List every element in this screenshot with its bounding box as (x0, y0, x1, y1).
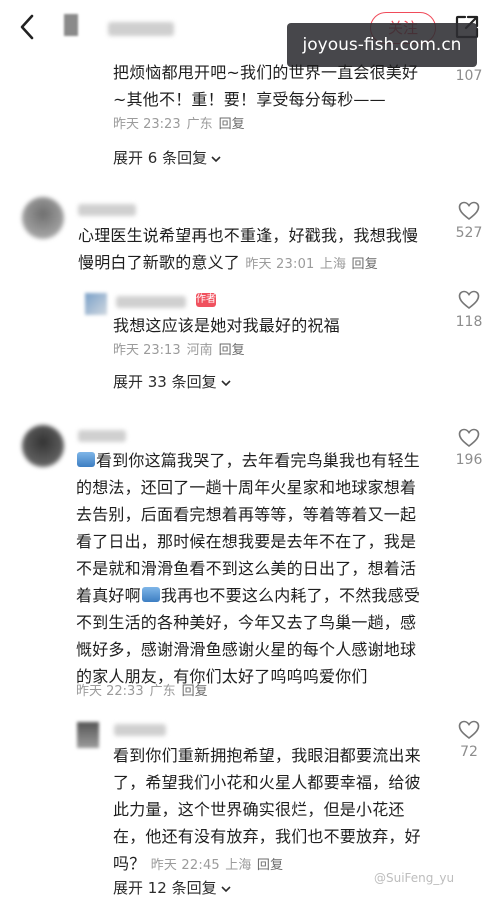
author-avatar[interactable] (64, 14, 78, 36)
expand-replies-label: 展开 12 条回复 (113, 879, 217, 897)
like-count: 196 (455, 452, 483, 468)
comment-text-line: 我再也不要这么内耗了，不然我感受 (160, 586, 421, 605)
reply-button[interactable]: 回复 (352, 257, 378, 272)
comment-time: 昨天 23:01 (245, 257, 315, 272)
credit-watermark: @SuiFeng_yu (374, 871, 455, 885)
heart-icon (458, 720, 480, 740)
comment-text-line: 看了日出，那时候在想我要是去年不在了，我是 (76, 532, 417, 551)
like-count: 107 (455, 68, 483, 84)
comment-time: 昨天 23:23 (113, 117, 181, 132)
reply-button[interactable]: 回复 (219, 117, 245, 132)
comment-text: 心理医生说希望再也不重逢，好戳我，我想我慢 慢明白了新歌的意义了 昨天 23:0… (78, 222, 418, 278)
comment-text-line: 心理医生说希望再也不重逢，好戳我，我想我慢 (78, 226, 419, 245)
like-button[interactable]: 527 (449, 201, 489, 241)
chevron-down-icon (221, 379, 231, 386)
avatar[interactable] (85, 293, 107, 315)
expand-replies-button[interactable]: 展开 12 条回复 (113, 877, 233, 898)
comment-text-line: 不是就和滑滑鱼看不到这么美的日出了，想着活 (76, 559, 417, 578)
emoji-icon (77, 452, 95, 467)
chevron-down-icon (211, 155, 221, 162)
heart-icon (458, 201, 480, 221)
reply-text-line: 在，他还有没有放弃，我们也不要放弃，好 (113, 827, 421, 846)
comment-text-line: 慨好多，感谢滑滑鱼感谢火星的每个人感谢地球 (76, 640, 417, 659)
reply-meta: 昨天 23:13 河南 回复 (113, 341, 251, 361)
like-count: 118 (455, 314, 483, 330)
comment-time: 昨天 22:33 (76, 684, 144, 699)
comment-text-line: ~其他不！重！要！享受每分每秒—— (113, 90, 386, 109)
comment-text: 看到你这篇我哭了，去年看完鸟巢我也有轻生 的想法，还回了一趟十周年火星家和地球家… (76, 447, 420, 690)
reply-location: 河南 (186, 343, 213, 358)
expand-replies-label: 展开 33 条回复 (113, 373, 217, 391)
reply-time: 昨天 22:45 (150, 858, 220, 873)
comment-text-line: 去告别，后面看完想着再等等，等着等着又一起 (76, 505, 417, 524)
avatar[interactable] (77, 722, 99, 748)
reply-button[interactable]: 回复 (219, 343, 245, 358)
comment-text-line: 不到生活的各种美好，今年又去了鸟巢一趟，感 (76, 613, 417, 632)
like-button[interactable]: 118 (449, 290, 489, 330)
commenter-name[interactable] (114, 724, 166, 736)
chevron-down-icon (221, 885, 231, 892)
author-name[interactable] (108, 22, 174, 36)
reply-text-line: 吗？ (113, 854, 146, 873)
expand-replies-button[interactable]: 展开 6 条回复 (113, 147, 223, 169)
back-arrow-icon[interactable] (16, 12, 38, 42)
expand-replies-label: 展开 6 条回复 (113, 149, 208, 167)
avatar[interactable] (22, 197, 64, 239)
comment-text-line: 把烦恼都甩开吧~我们的世界一直会很美好 (113, 63, 419, 82)
reply-text-line: 看到你们重新拥抱希望，我眼泪都要流出来 (113, 746, 421, 765)
heart-icon (458, 428, 480, 448)
expand-replies-button[interactable]: 展开 33 条回复 (113, 371, 233, 393)
heart-icon (458, 290, 480, 310)
reply-location: 上海 (225, 858, 252, 873)
comment-text-line: 的想法，还回了一趟十周年火星家和地球家想着 (76, 478, 417, 497)
comment-text-line: 看到你这篇我哭了，去年看完鸟巢我也有轻生 (96, 451, 421, 470)
reply-time: 昨天 23:13 (113, 343, 181, 358)
reply-text-line: 了，希望我们小花和火星人都要幸福，给彼 (113, 773, 421, 792)
commenter-name[interactable] (78, 204, 136, 216)
like-count: 72 (460, 744, 478, 760)
comment-text: 把烦恼都甩开吧~我们的世界一直会很美好 ~其他不！重！要！享受每分每秒—— (113, 59, 418, 113)
reply-button[interactable]: 回复 (257, 858, 283, 873)
reply-button[interactable]: 回复 (182, 684, 208, 699)
like-count: 527 (455, 225, 483, 241)
reply-text: 看到你们重新拥抱希望，我眼泪都要流出来 了，希望我们小花和火星人都要幸福，给彼 … (113, 742, 421, 879)
author-badge: 作者 (196, 293, 216, 307)
like-button[interactable]: 72 (449, 720, 489, 760)
comment-meta: 昨天 22:33 广东 回复 (76, 682, 214, 702)
like-button[interactable]: 196 (449, 428, 489, 468)
comment-location: 广东 (149, 684, 176, 699)
emoji-icon (141, 587, 160, 602)
commenter-name[interactable] (116, 296, 186, 308)
commenter-name[interactable] (78, 430, 126, 442)
avatar[interactable] (22, 425, 64, 467)
reply-text-line: 此力量，这个世界确实很烂，但是小花还 (113, 800, 405, 819)
comment-meta: 昨天 23:23 广东 回复 (113, 115, 251, 135)
comment-location: 上海 (319, 257, 347, 272)
comment-text-line: 着真好啊 (76, 586, 141, 605)
comment-location: 广东 (186, 117, 213, 132)
like-button[interactable]: 107 (449, 64, 489, 84)
comment-text-line: 慢明白了新歌的意义了 (78, 253, 241, 272)
reply-text: 我想这应该是她对我最好的祝福 (113, 316, 340, 335)
